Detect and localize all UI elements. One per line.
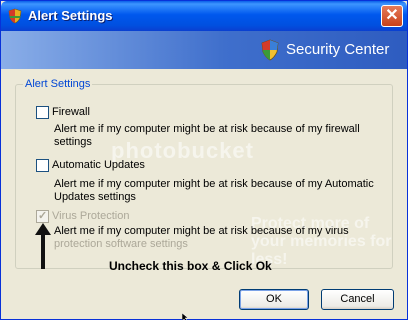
title-bar[interactable]: Alert Settings ✕ xyxy=(1,1,407,31)
virus-protection-description-line2: protection software settings xyxy=(54,238,188,250)
watermark-tagline: Protect more of your memories for less! xyxy=(251,215,392,268)
virus-protection-label[interactable]: Virus Protection xyxy=(52,210,129,222)
firewall-checkbox[interactable] xyxy=(36,106,49,119)
virus-protection-checkbox[interactable]: ✓ xyxy=(36,210,49,223)
firewall-label[interactable]: Firewall xyxy=(52,106,90,118)
firewall-description-line1: Alert me if my computer might be at risk… xyxy=(54,123,360,135)
alert-settings-dialog: Alert Settings ✕ Security Center Alert S… xyxy=(0,0,408,320)
automatic-updates-description-line1: Alert me if my computer might be at risk… xyxy=(54,178,374,190)
checkmark-icon: ✓ xyxy=(38,210,48,222)
automatic-updates-description-line2: Updates settings xyxy=(54,191,136,203)
firewall-description-line2: settings xyxy=(54,136,92,148)
automatic-updates-label[interactable]: Automatic Updates xyxy=(52,159,145,171)
cancel-button[interactable]: Cancel xyxy=(321,289,394,310)
banner-title: Security Center xyxy=(286,41,390,58)
window-title: Alert Settings xyxy=(28,8,113,23)
security-center-banner: Security Center xyxy=(1,31,407,69)
automatic-updates-checkbox[interactable] xyxy=(36,159,49,172)
shield-icon xyxy=(261,39,279,61)
mouse-cursor-icon xyxy=(182,313,189,320)
ok-button[interactable]: OK xyxy=(239,289,309,310)
instruction-annotation: Uncheck this box & Click Ok xyxy=(109,259,272,273)
close-button[interactable]: ✕ xyxy=(381,5,403,27)
shield-icon xyxy=(8,8,22,24)
group-legend: Alert Settings xyxy=(23,78,93,90)
close-icon: ✕ xyxy=(385,7,399,24)
arrow-up-icon xyxy=(35,223,51,269)
